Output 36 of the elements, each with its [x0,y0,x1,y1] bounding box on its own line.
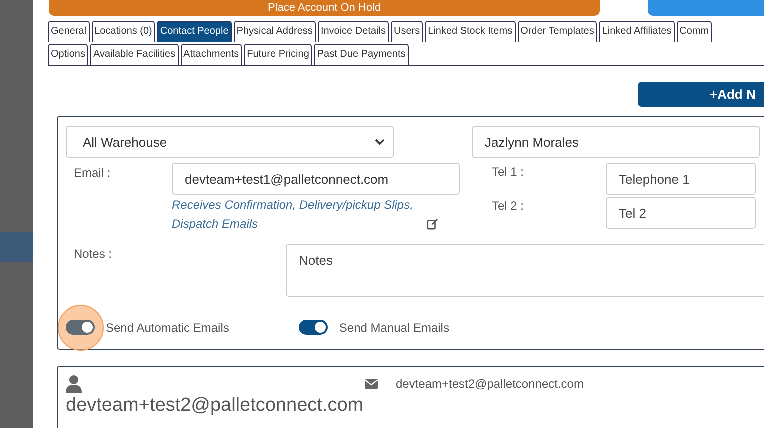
toggle-switch[interactable] [299,320,328,335]
tab[interactable]: Linked Stock Items [425,21,516,42]
tab[interactable]: Attachments [180,44,242,65]
email-field[interactable]: devteam+test1@palletconnect.com [172,163,460,195]
tel1-label: Tel 1 : [492,164,526,181]
edit-icon[interactable] [427,219,438,230]
warehouse-select[interactable]: All Warehouse [66,126,394,158]
tab[interactable]: Locations (0) [92,21,156,42]
tel1-field[interactable]: Telephone 1 [606,163,756,195]
name-field[interactable]: Jazlynn Morales [472,126,760,158]
tab[interactable]: Users [390,21,424,42]
person-icon [66,375,82,393]
add-button[interactable]: +Add N [638,82,764,107]
tel2-label: Tel 2 : [492,198,526,215]
tab[interactable]: Physical Address [234,21,316,42]
tel2-field[interactable]: Tel 2 [606,197,756,229]
tab[interactable]: Invoice Details [318,21,389,42]
contact-email: devteam+test2@palletconnect.com [396,377,584,391]
tab[interactable]: Options [48,44,88,65]
tab[interactable]: Order Templates [518,21,598,42]
tab[interactable]: Comm [676,21,712,42]
tab[interactable]: Past Due Payments [314,44,409,65]
email-label: Email : [73,165,112,182]
tab[interactable]: Contact People [157,21,232,42]
email-note: Receives Confirmation, Delivery/pickup Slips, Dispatch Emails [172,197,414,233]
tab[interactable]: Available Facilities [90,44,179,65]
envelope-icon [365,379,378,389]
chevron-down-icon [375,138,385,146]
tab[interactable]: Linked Affiliates [599,21,675,42]
contact-title: devteam+test2@palletconnect.com [66,395,365,417]
tab[interactable]: General [48,21,90,42]
tab[interactable]: Future Pricing [244,44,312,65]
toggle-label: Send Manual Emails [339,320,450,334]
notes-field[interactable]: Notes [286,244,764,297]
toggle-label: Send Automatic Emails [106,320,230,334]
notes-label: Notes : [73,246,114,263]
